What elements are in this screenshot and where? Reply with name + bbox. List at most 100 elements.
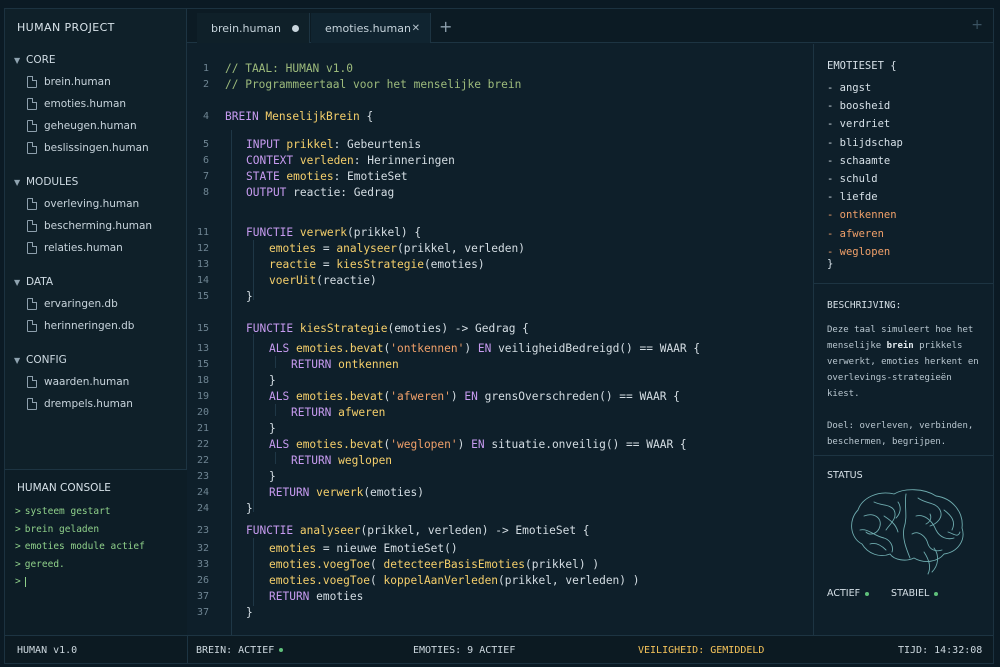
line-number: 13 [196,259,209,270]
file-item[interactable]: herinneringen.db [5,315,187,337]
code-token: situatie.onveilig() == WAAR { [491,438,687,451]
chevron-down-icon[interactable]: ▼ [14,278,26,287]
file-item[interactable]: relaties.human [5,237,187,259]
file-icon [27,142,37,154]
code-token: INPUT [246,138,287,151]
code-token: kiesStrategie [299,322,388,335]
code-token: ( [370,574,384,587]
project-title: HUMAN PROJECT [17,21,115,34]
emotieset-title: EMOTIESET { [827,60,897,72]
indent-guide [253,334,254,512]
code-token: weglopen [338,454,393,467]
code-token: } [269,422,276,435]
code-token: (emoties) -> Gedrag { [387,322,529,335]
file-label: waarden.human [44,376,130,388]
code-token: (prikkel, verleden) ) [498,574,640,587]
line-number: 22 [196,439,209,450]
tab-label: brein.human [211,21,281,35]
ide-window: HUMAN PROJECT ▼ CORE brein.human emoties.hu… [4,8,994,664]
chevron-down-icon[interactable]: ▼ [14,356,26,365]
status-section: STATUS ACTIEF STABIEL [814,456,993,635]
code-token: emoties.voegToe [269,574,371,587]
code-token: // Programmeertaal voor het menselijke b… [225,78,522,91]
tab-brein-human[interactable]: brein.human [197,13,310,43]
code-token: emoties.bevat [295,342,384,355]
indent-guide [231,130,232,663]
file-icon [27,76,37,88]
folder-label: MODULES [26,176,79,188]
description-section: BESCHRIJVING: Deze taal simuleert hoe he… [814,284,993,456]
file-item[interactable]: waarden.human [5,371,187,393]
code-text: ALS emoties.bevat('weglopen') EN situati… [269,438,687,451]
split-plus-icon[interactable]: + [971,17,983,33]
code-token: // TAAL: HUMAN v1.0 [225,62,353,75]
code-text: } [246,290,253,303]
sidebar: HUMAN PROJECT ▼ CORE brein.human emoties.hu… [5,9,187,635]
code-text: emoties.voegToe( koppelAanVerleden(prikk… [269,574,640,587]
line-number: 7 [202,171,209,182]
new-tab-plus-icon[interactable]: + [439,17,452,36]
code-token: STATE [246,170,287,183]
line-number: 37 [196,607,209,618]
emotieset-close: } [827,258,834,270]
code-text: RETURN emoties [269,590,363,603]
emotion-item: - angst [827,82,872,94]
code-token: ( [370,558,384,571]
file-label: emoties.human [44,98,127,110]
file-icon [27,242,37,254]
file-item[interactable]: geheugen.human [5,115,187,137]
code-token: { [359,110,374,123]
line-number: 33 [196,559,209,570]
code-token: 'ontkennen' [390,342,465,355]
file-item[interactable]: beslissingen.human [5,137,187,159]
code-token: ) [450,390,465,403]
code-token: } [269,374,276,387]
console-output[interactable]: > systeem gestart > brein geladen > emoties m… [15,506,145,594]
file-label: beslissingen.human [44,142,149,154]
info-panel: EMOTIESET { - angst - boosheid - verdriet -… [813,44,993,635]
file-item[interactable]: bescherming.human [5,215,187,237]
emotieset-section: EMOTIESET { - angst - boosheid - verdriet -… [814,44,993,284]
line-number: 11 [196,227,209,238]
folder-header[interactable]: ▼ CONFIG [5,349,187,371]
code-token: grensOverschreden() == WAAR { [484,390,680,403]
code-token: veiligheidBedreigd() == WAAR { [498,342,701,355]
emotions-status: EMOTIES: 9 ACTIEF [413,645,516,656]
close-icon[interactable]: ✕ [412,23,420,34]
line-number: 21 [196,423,209,434]
file-icon [27,376,37,388]
file-label: overleving.human [44,198,140,210]
line-number: 1 [202,63,209,74]
folder-header[interactable]: ▼ DATA [5,271,187,293]
code-token: prikkel [286,138,334,151]
status-title: STATUS [827,470,863,481]
file-item[interactable]: drempels.human [5,393,187,415]
modified-dot-icon[interactable] [292,24,299,32]
human-console: HUMAN CONSOLE > systeem gestart > brein gel… [5,469,187,635]
file-item[interactable]: brein.human [5,71,187,93]
code-token: 'weglopen' [390,438,458,451]
folder-header[interactable]: ▼ MODULES [5,171,187,193]
console-input-line[interactable]: > [15,576,145,594]
code-token: OUTPUT [246,186,294,199]
file-label: ervaringen.db [44,298,118,310]
code-editor[interactable]: 1 // TAAL: HUMAN v1.0 2 // Programmeertaal … [187,44,812,663]
code-text: RETURN weglopen [291,454,392,467]
brain-active-dot-icon [279,648,284,652]
file-item[interactable]: overleving.human [5,193,187,215]
chevron-down-icon[interactable]: ▼ [14,178,26,187]
folder-core: ▼ CORE brein.human emoties.human geheugen.hu… [5,49,187,159]
code-token: emoties.bevat [295,438,384,451]
code-token: RETURN [269,590,317,603]
emotieset-list: - angst - boosheid - verdriet - blijdschap -… [827,82,903,264]
code-token: emoties [269,242,317,255]
code-text: CONTEXT verleden: Herinneringen [246,154,455,167]
chevron-down-icon[interactable]: ▼ [14,56,26,65]
tab-emoties-human[interactable]: emoties.human ✕ [311,13,431,43]
line-number: 15 [196,359,209,370]
code-token: BREIN [225,110,266,123]
folder-header[interactable]: ▼ CORE [5,49,187,71]
file-item[interactable]: emoties.human [5,93,187,115]
file-item[interactable]: ervaringen.db [5,293,187,315]
code-text: } [246,606,253,619]
